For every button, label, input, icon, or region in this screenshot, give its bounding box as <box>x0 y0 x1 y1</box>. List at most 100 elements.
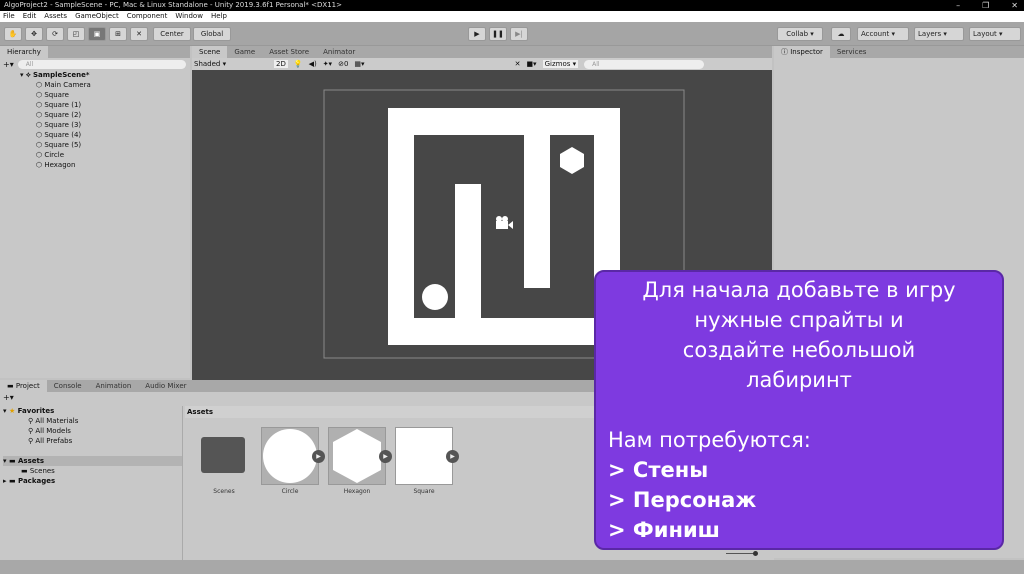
title-bar: AlgoProject2 - SampleScene - PC, Mac & L… <box>0 0 1024 11</box>
scale-tool-icon[interactable]: ◰ <box>67 27 85 41</box>
camera-icon[interactable]: ■▾ <box>526 60 536 68</box>
packages-label: Packages <box>18 477 56 485</box>
list-item[interactable]: ⬡ Main Camera <box>20 80 190 90</box>
menu-edit[interactable]: Edit <box>23 11 37 22</box>
circle-player <box>422 284 448 310</box>
move-tool-icon[interactable]: ✥ <box>25 27 43 41</box>
project-tab-label: Project <box>15 382 40 390</box>
hidden-objects-toggle[interactable]: ⊘0 <box>338 60 348 68</box>
custom-tool-icon[interactable]: ✕ <box>130 27 148 41</box>
pause-button[interactable]: ❚❚ <box>489 27 507 41</box>
asset-label: Square <box>413 488 435 495</box>
layout-label: Layout <box>973 30 997 38</box>
layout-dropdown[interactable]: Layout ▾ <box>969 27 1021 41</box>
tab-asset-store[interactable]: Asset Store <box>262 46 316 58</box>
menu-help[interactable]: Help <box>211 11 227 22</box>
packages-folder[interactable]: ▸ ▬ Packages <box>3 476 182 486</box>
menu-gameobject[interactable]: GameObject <box>75 11 119 22</box>
window-controls: – ❐ ✕ <box>956 0 1018 11</box>
assets-folder[interactable]: ▾ ▬ Assets <box>3 456 182 466</box>
icon-size-slider[interactable] <box>726 553 756 554</box>
grid-icon[interactable]: ▦▾ <box>354 60 364 68</box>
tab-scene[interactable]: Scene <box>192 46 228 58</box>
intro-line: Для начала добавьте в игру <box>642 278 956 302</box>
hierarchy-panel: Hierarchy +▾ All ▾ ⟡ SampleScene* ⬡ Main… <box>0 46 190 378</box>
asset-scenes[interactable]: Scenes <box>195 427 253 495</box>
asset-hexagon[interactable]: ▶ Hexagon <box>328 427 392 495</box>
tab-services[interactable]: Services <box>830 46 874 58</box>
audio-icon[interactable]: ◀) <box>309 60 317 68</box>
2d-toggle[interactable]: 2D <box>274 60 288 68</box>
add-icon[interactable]: +▾ <box>3 60 14 69</box>
requirements-heading: Нам потребуются: <box>608 428 811 452</box>
pivot-center-button[interactable]: Center <box>153 27 191 41</box>
intro-line: нужные спрайты и <box>694 308 904 332</box>
tab-audio-mixer[interactable]: Audio Mixer <box>138 380 193 392</box>
list-item[interactable]: ⬡ Square (4) <box>20 130 190 140</box>
tab-console[interactable]: Console <box>47 380 89 392</box>
list-item[interactable]: ⬡ Square <box>20 90 190 100</box>
scene-search-input[interactable]: All <box>584 59 705 69</box>
tab-hierarchy[interactable]: Hierarchy <box>0 46 48 58</box>
maximize-button[interactable]: ❐ <box>982 0 989 11</box>
tab-inspector[interactable]: ⓘ Inspector <box>774 46 830 58</box>
pivot-global-button[interactable]: Global <box>193 27 231 41</box>
scenes-folder[interactable]: ▬ Scenes <box>3 466 182 476</box>
folder-icon <box>201 437 245 473</box>
hexagon-sprite-icon <box>333 429 381 483</box>
effects-icon[interactable]: ✦▾ <box>323 60 332 68</box>
list-item[interactable]: ⚲ All Prefabs <box>3 436 182 446</box>
list-item[interactable]: ⬡ Square (2) <box>20 110 190 120</box>
lighting-icon[interactable]: 💡 <box>294 60 303 68</box>
list-item[interactable]: ⬡ Square (1) <box>20 100 190 110</box>
play-icon[interactable]: ▶ <box>312 450 325 463</box>
tab-project[interactable]: ▬ Project <box>0 380 47 392</box>
list-item[interactable]: ⬡ Hexagon <box>20 160 190 170</box>
account-dropdown[interactable]: Account ▾ <box>857 27 909 41</box>
step-button[interactable]: ▶| <box>510 27 528 41</box>
close-button[interactable]: ✕ <box>1011 0 1018 11</box>
play-icon[interactable]: ▶ <box>446 450 459 463</box>
slider-handle[interactable] <box>753 551 758 556</box>
item-label: Square <box>44 91 69 99</box>
inspector-tab-label: Inspector <box>790 48 823 56</box>
asset-circle[interactable]: ▶ Circle <box>261 427 325 495</box>
asset-square[interactable]: ▶ Square <box>395 427 459 495</box>
tab-animator[interactable]: Animator <box>316 46 362 58</box>
play-button[interactable]: ▶ <box>468 27 486 41</box>
rotate-tool-icon[interactable]: ⟳ <box>46 27 64 41</box>
hierarchy-search-input[interactable]: All <box>17 59 186 69</box>
instruction-overlay: Для начала добавьте в игру нужные спрайт… <box>594 270 1004 550</box>
tools-icon[interactable]: ✕ <box>515 60 521 68</box>
hand-tool-icon[interactable]: ✋ <box>4 27 22 41</box>
minimize-button[interactable]: – <box>956 0 960 11</box>
transform-tool-icon[interactable]: ⊞ <box>109 27 127 41</box>
gizmos-dropdown[interactable]: Gizmos ▾ <box>542 60 579 68</box>
requirement-character: > Персонаж <box>608 488 757 512</box>
shading-dropdown[interactable]: Shaded ▾ <box>194 60 268 68</box>
menu-file[interactable]: File <box>3 11 15 22</box>
list-item[interactable]: ⬡ Circle <box>20 150 190 160</box>
menu-window[interactable]: Window <box>175 11 203 22</box>
scene-root[interactable]: ▾ ⟡ SampleScene* <box>20 70 190 80</box>
tab-game[interactable]: Game <box>227 46 262 58</box>
favorites-folder[interactable]: ▾ ★ Favorites <box>3 406 182 416</box>
requirement-walls: > Стены <box>608 458 709 482</box>
requirement-finish: > Финиш <box>608 518 720 542</box>
list-item[interactable]: ⚲ All Models <box>3 426 182 436</box>
rect-tool-icon[interactable]: ▣ <box>88 27 106 41</box>
list-item[interactable]: ⚲ All Materials <box>3 416 182 426</box>
play-icon[interactable]: ▶ <box>379 450 392 463</box>
cloud-icon[interactable]: ☁ <box>831 27 851 41</box>
hidden-count: 0 <box>343 60 349 68</box>
menu-assets[interactable]: Assets <box>44 11 67 22</box>
list-item[interactable]: ⬡ Square (3) <box>20 120 190 130</box>
collab-button[interactable]: Collab ▾ <box>777 27 823 41</box>
tab-animation[interactable]: Animation <box>89 380 139 392</box>
list-item[interactable]: ⬡ Square (5) <box>20 140 190 150</box>
menu-component[interactable]: Component <box>127 11 168 22</box>
intro-line: создайте небольшой <box>682 338 916 362</box>
layers-dropdown[interactable]: Layers ▾ <box>914 27 964 41</box>
item-label: Hexagon <box>44 161 76 169</box>
item-label: All Materials <box>35 417 79 425</box>
